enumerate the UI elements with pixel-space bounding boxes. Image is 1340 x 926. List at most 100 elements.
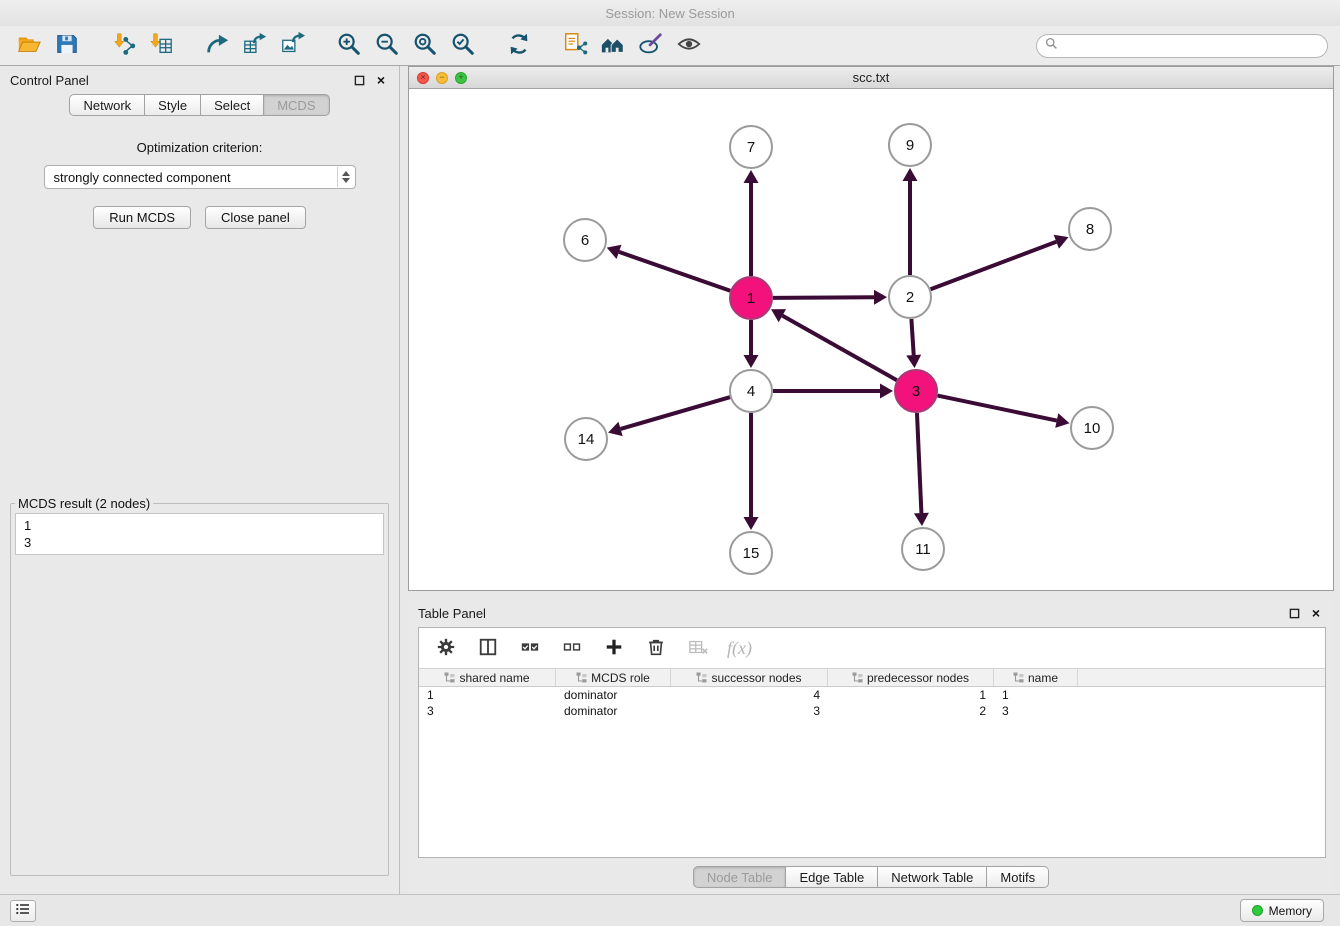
edge-4-15[interactable] [744, 413, 759, 530]
edge-4-14[interactable] [608, 397, 730, 436]
table-body: 1dominator4113dominator323 [419, 687, 1325, 857]
tab-network[interactable]: Network [69, 94, 145, 116]
column-header-shared-name[interactable]: shared name [419, 669, 556, 686]
node-6[interactable]: 6 [564, 219, 606, 261]
table-cell[interactable]: dominator [556, 703, 671, 719]
network-graph[interactable]: 7 9 6 8 1 2 4 3 14 10 15 11 [409, 89, 1333, 590]
import-table-button[interactable] [144, 30, 178, 62]
zoom-out-button[interactable] [370, 30, 404, 62]
edge-1-6[interactable] [607, 245, 731, 291]
tab-select[interactable]: Select [201, 94, 264, 116]
float-table-panel-icon[interactable] [1286, 605, 1302, 621]
node-7[interactable]: 7 [730, 126, 772, 168]
table-cell[interactable]: 4 [671, 687, 828, 703]
zoom-fit-button[interactable] [408, 30, 442, 62]
node-10[interactable]: 10 [1071, 407, 1113, 449]
deselect-all-icon [562, 637, 582, 660]
export-image-icon [280, 31, 306, 60]
edge-4-3[interactable] [773, 384, 893, 399]
table-cell[interactable]: 1 [828, 687, 994, 703]
result-item[interactable]: 3 [24, 534, 375, 551]
float-panel-icon[interactable] [351, 72, 367, 88]
table-row[interactable]: 3dominator323 [419, 703, 1325, 719]
node-1[interactable]: 1 [730, 277, 772, 319]
node-4[interactable]: 4 [730, 370, 772, 412]
close-panel-icon[interactable]: × [373, 72, 389, 88]
zoom-in-button[interactable] [332, 30, 366, 62]
import-network-button[interactable] [106, 30, 140, 62]
run-mcds-button[interactable]: Run MCDS [93, 206, 191, 229]
node-8[interactable]: 8 [1069, 208, 1111, 250]
edge-3-11[interactable] [914, 413, 929, 526]
svg-text:6: 6 [581, 232, 589, 249]
right-column: × − + scc.txt 7968124314101511 Table Pan… [408, 66, 1334, 894]
edge-3-1[interactable] [771, 309, 897, 380]
edge-2-3[interactable] [906, 319, 921, 368]
table-cell[interactable]: 3 [419, 703, 556, 719]
delete-column-button[interactable] [643, 635, 669, 661]
table-cell[interactable]: dominator [556, 687, 671, 703]
show-columns-button[interactable] [475, 635, 501, 661]
network-canvas[interactable]: 7 9 6 8 1 2 4 3 14 10 15 11 [409, 89, 1333, 590]
gear-icon [436, 637, 456, 660]
node-11[interactable]: 11 [902, 528, 944, 570]
close-window-icon[interactable]: × [417, 72, 429, 84]
column-header-mcds-role[interactable]: MCDS role [556, 669, 671, 686]
export-network-button[interactable] [200, 30, 234, 62]
node-14[interactable]: 14 [565, 418, 607, 460]
close-panel-button[interactable]: Close panel [205, 206, 306, 229]
select-all-button[interactable] [517, 635, 543, 661]
node-15[interactable]: 15 [730, 532, 772, 574]
minimize-window-icon[interactable]: − [436, 72, 448, 84]
edge-2-9[interactable] [903, 168, 918, 275]
tab-edge-table[interactable]: Edge Table [786, 866, 878, 888]
edge-1-7[interactable] [744, 170, 759, 276]
mcds-result-group: MCDS result (2 nodes) 13 [10, 496, 389, 876]
table-cell[interactable]: 3 [994, 703, 1078, 719]
node-2[interactable]: 2 [889, 276, 931, 318]
close-table-panel-icon[interactable]: × [1308, 605, 1324, 621]
save-session-button[interactable] [50, 30, 84, 62]
node-3[interactable]: 3 [895, 370, 937, 412]
add-column-button[interactable] [601, 635, 627, 661]
export-image-button[interactable] [276, 30, 310, 62]
edge-2-8[interactable] [931, 235, 1069, 290]
table-cell[interactable]: 3 [671, 703, 828, 719]
criterion-dropdown[interactable]: strongly connected component [44, 165, 356, 189]
style-brush-button[interactable] [634, 30, 668, 62]
export-table-button[interactable] [238, 30, 272, 62]
edge-3-10[interactable] [938, 396, 1070, 428]
network-overview-button[interactable] [596, 30, 630, 62]
table-row[interactable]: 1dominator411 [419, 687, 1325, 703]
edge-1-2[interactable] [773, 290, 887, 305]
list-icon [15, 902, 31, 919]
show-hide-button[interactable] [672, 30, 706, 62]
tab-mcds[interactable]: MCDS [264, 94, 329, 116]
node-9[interactable]: 9 [889, 124, 931, 166]
open-session-button[interactable] [12, 30, 46, 62]
network-from-document-button[interactable] [558, 30, 592, 62]
table-panel: Table Panel × [408, 599, 1334, 894]
maximize-window-icon[interactable]: + [455, 72, 467, 84]
table-cell[interactable]: 1 [994, 687, 1078, 703]
edge-1-4[interactable] [744, 320, 759, 368]
task-history-button[interactable] [10, 900, 36, 922]
refresh-button[interactable] [502, 30, 536, 62]
tab-network-table[interactable]: Network Table [878, 866, 987, 888]
search-input[interactable] [1064, 37, 1319, 54]
column-header-predecessor-nodes[interactable]: predecessor nodes [828, 669, 994, 686]
result-item[interactable]: 1 [24, 517, 375, 534]
column-header-successor-nodes[interactable]: successor nodes [671, 669, 828, 686]
zoom-selected-button[interactable] [446, 30, 480, 62]
tab-motifs[interactable]: Motifs [987, 866, 1049, 888]
memory-button[interactable]: Memory [1240, 899, 1324, 922]
column-header-name[interactable]: name [994, 669, 1078, 686]
table-cell[interactable]: 2 [828, 703, 994, 719]
table-settings-button[interactable] [433, 635, 459, 661]
svg-text:4: 4 [747, 383, 755, 400]
table-cell[interactable]: 1 [419, 687, 556, 703]
import-table-disabled-button [685, 635, 711, 661]
deselect-all-button[interactable] [559, 635, 585, 661]
tab-style[interactable]: Style [145, 94, 201, 116]
tab-node-table[interactable]: Node Table [693, 866, 787, 888]
